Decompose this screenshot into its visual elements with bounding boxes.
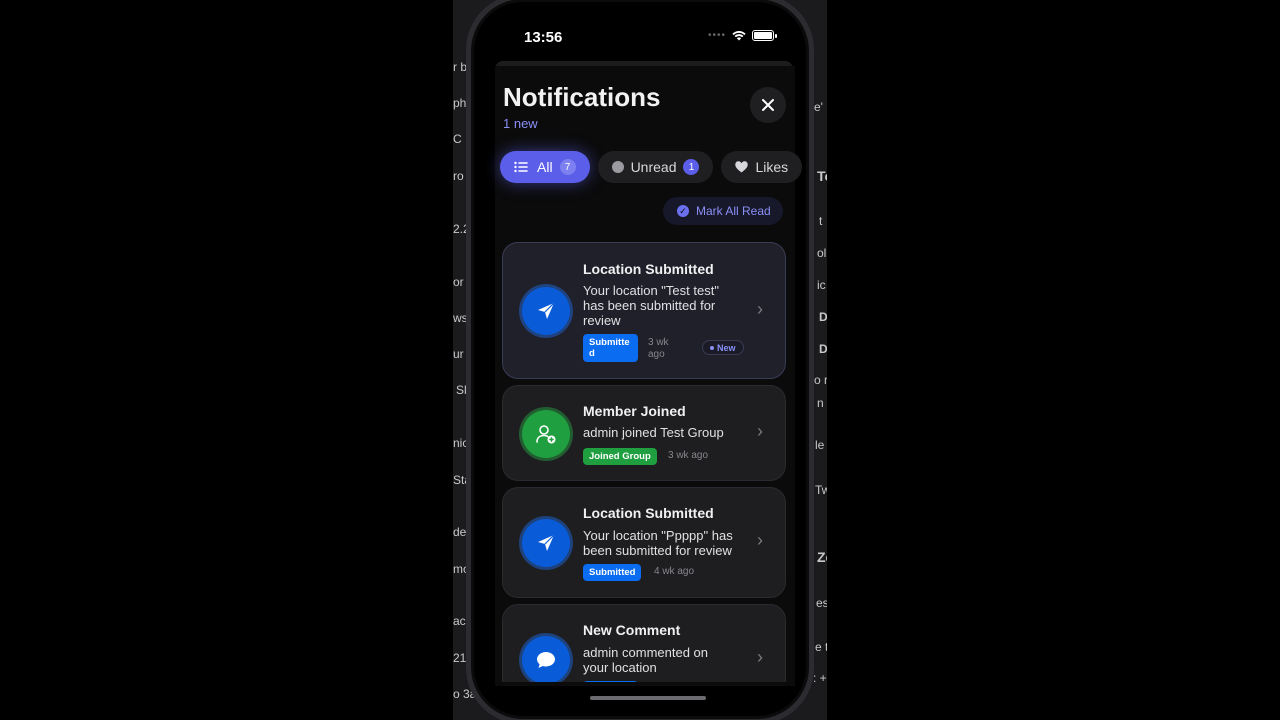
page-title: Notifications <box>503 82 661 112</box>
status-time: 13:56 <box>524 29 563 46</box>
background-text: r b <box>453 60 468 74</box>
notification-tag: Submitte d <box>583 334 638 362</box>
filter-all-count: 7 <box>559 159 576 175</box>
notification-avatar <box>522 287 570 335</box>
background-text: Ze <box>817 549 827 565</box>
notification-list[interactable]: Location Submitted Your location "Test t… <box>502 242 787 682</box>
new-badge-label: New <box>717 342 736 353</box>
filter-likes-chip[interactable]: Likes <box>721 151 803 183</box>
filter-unread-chip[interactable]: Unread 1 <box>597 151 714 183</box>
notification-tag: Submitted <box>583 564 642 581</box>
background-text: t <box>819 214 823 228</box>
phone-screen: 13:56 •••• Notifications 1 new All 7 Unr… <box>471 0 809 719</box>
notification-title: Location Submitted <box>583 261 714 277</box>
notification-avatar <box>522 519 570 567</box>
notification-title: Location Submitted <box>583 505 714 521</box>
background-text: : + <box>813 671 827 685</box>
notification-avatar <box>522 410 570 458</box>
notification-time: 4 wk ago <box>654 566 695 577</box>
close-button[interactable] <box>750 87 786 123</box>
chevron-right-icon: › <box>757 530 763 550</box>
background-text: de <box>453 525 467 539</box>
check-circle-icon: ✓ <box>677 205 689 217</box>
list-icon <box>514 161 528 173</box>
paper-plane-icon <box>538 302 555 319</box>
background-text: Tw <box>815 483 827 497</box>
background-text: ro <box>453 169 464 183</box>
background-text: ur <box>453 347 464 361</box>
background-text: ic <box>817 278 826 292</box>
background-text: o r <box>814 373 827 387</box>
status-icons: •••• <box>707 30 777 41</box>
background-text: es <box>816 596 827 610</box>
background-text: n <box>817 396 824 410</box>
chevron-right-icon: › <box>757 647 763 667</box>
filter-likes-label: Likes <box>755 159 789 175</box>
background-text: To <box>817 168 827 184</box>
notification-card[interactable]: Location Submitted Your location "Ppppp"… <box>502 487 786 598</box>
background-text: ph <box>453 96 467 110</box>
notification-tag <box>583 681 638 682</box>
close-icon <box>762 99 774 111</box>
background-text: e' <box>814 100 823 114</box>
mark-all-read-label: Mark All Read <box>696 204 771 218</box>
filter-unread-label: Unread <box>630 159 677 175</box>
notification-card[interactable]: Member Joined admin joined Test Group Jo… <box>502 385 786 481</box>
notification-avatar <box>522 636 570 682</box>
circle-icon <box>611 161 624 173</box>
chevron-right-icon: › <box>757 299 763 319</box>
notification-body: Your location "Ppppp" has been submitted… <box>583 528 733 558</box>
new-dot-icon <box>710 345 714 350</box>
notification-time: 3 wk ago <box>668 450 709 461</box>
paper-plane-icon <box>538 534 555 551</box>
background-text: e t <box>815 640 827 654</box>
notification-tag: Joined Group <box>583 448 657 465</box>
notification-body: Your location "Test test" has been submi… <box>583 283 719 328</box>
filter-all-chip[interactable]: All 7 <box>500 151 590 183</box>
background-text: ol <box>817 246 827 260</box>
chevron-right-icon: › <box>757 421 763 441</box>
background-text: C <box>453 132 462 146</box>
phone-frame: 13:56 •••• Notifications 1 new All 7 Unr… <box>466 0 814 720</box>
notification-card[interactable]: Location Submitted Your location "Test t… <box>502 242 786 379</box>
notification-body: admin commented on your location <box>583 645 709 675</box>
home-indicator <box>590 696 706 700</box>
new-count-label: 1 new <box>503 116 538 131</box>
filter-chips: All 7 Unread 1 Likes <box>500 151 803 183</box>
filter-all-label: All <box>537 159 553 175</box>
notifications-sheet: Notifications 1 new All 7 Unread 1 Likes… <box>495 66 803 686</box>
background-text: ac <box>453 614 466 628</box>
battery-icon <box>752 30 777 41</box>
new-badge: New <box>702 340 744 355</box>
wifi-icon <box>732 31 746 41</box>
notification-title: New Comment <box>583 622 681 638</box>
notification-title: Member Joined <box>583 403 686 419</box>
background-text: le <box>815 438 825 452</box>
filter-unread-count: 1 <box>683 159 700 175</box>
background-text: D <box>819 310 827 324</box>
signal-dots-icon: •••• <box>707 30 726 41</box>
notification-card[interactable]: New Comment admin commented on your loca… <box>502 604 786 682</box>
user-plus-icon <box>536 425 556 444</box>
notification-time: 3 wk ago <box>648 337 669 360</box>
mark-all-read-button[interactable]: ✓ Mark All Read <box>663 197 783 225</box>
background-text: D <box>819 342 827 356</box>
background-text: or <box>453 275 464 289</box>
heart-icon <box>735 161 749 173</box>
notification-body: admin joined Test Group <box>583 425 724 440</box>
chat-bubble-icon <box>537 652 555 668</box>
